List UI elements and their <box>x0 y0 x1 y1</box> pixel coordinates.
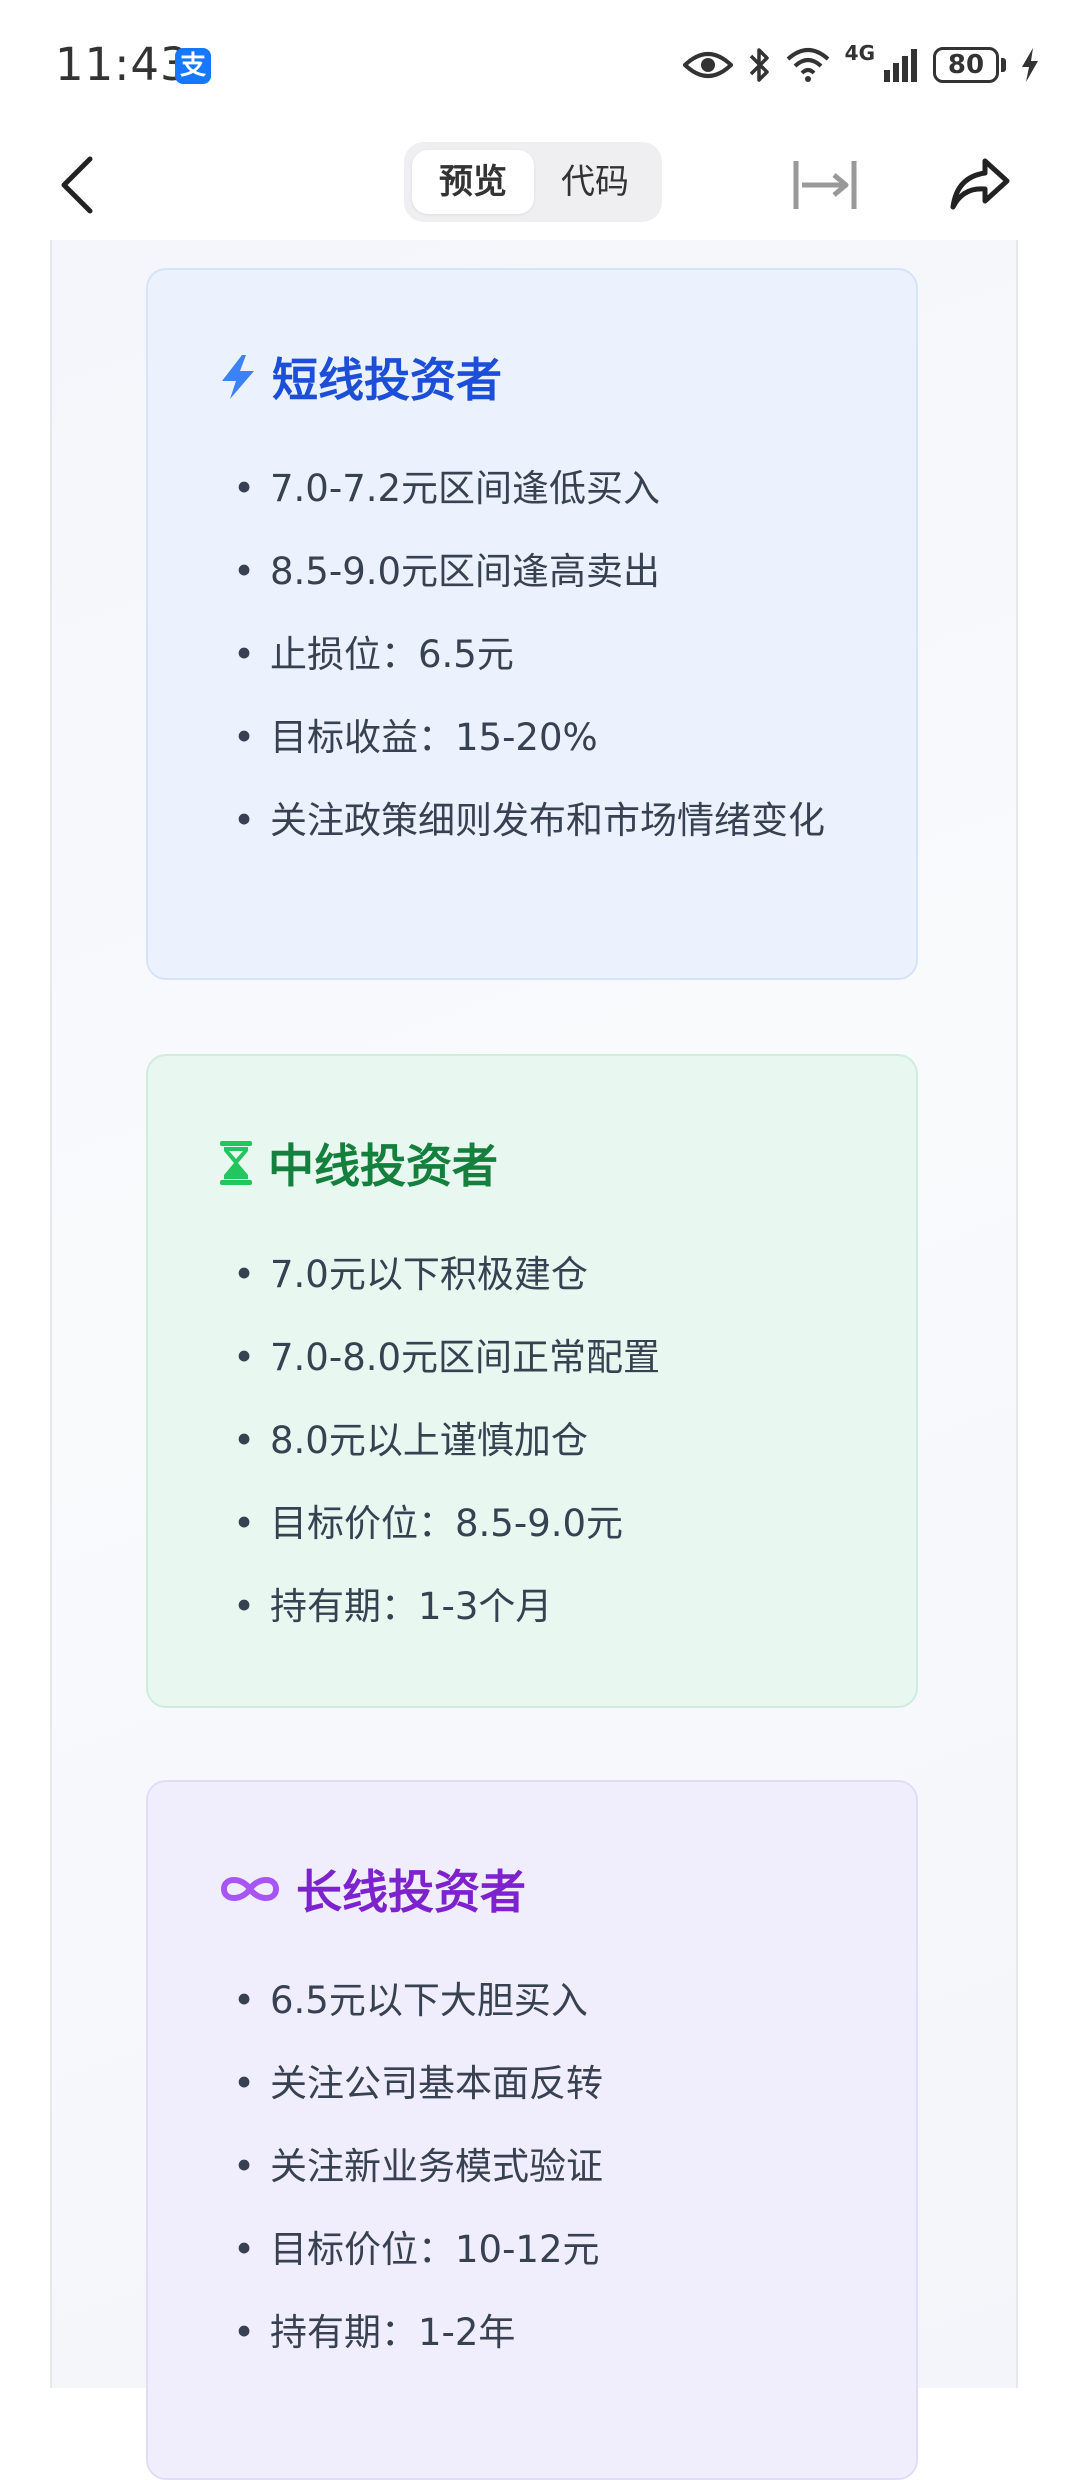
list-item: • 8.5-9.0元区间逢高卖出 <box>233 550 661 593</box>
list-item: • 8.0元以上谨慎加仓 <box>233 1419 588 1462</box>
app-header: 预览 代码 <box>0 130 1080 240</box>
bullet-list: • 6.5元以下大胆买入 • 关注公司基本面反转 • 关注新业务模式验证 • 目标价位：… <box>218 1972 838 2387</box>
battery-level: 80 <box>933 47 999 83</box>
battery-icon: 80 <box>933 47 1006 83</box>
tab-preview[interactable]: 预览 <box>412 150 534 214</box>
short-term-investor-card: 短线投资者 • 7.0-7.2元区间逢低买入 • 8.5-9.0元区间逢高卖出 • 止… <box>146 268 918 980</box>
card-title-text: 短线投资者 <box>272 353 502 407</box>
eye-icon <box>682 49 733 81</box>
fit-width-button[interactable] <box>790 150 860 220</box>
status-bar: 11:43 支 4G 80 <box>0 0 1080 130</box>
bullet-list: • 7.0元以下积极建仓 • 7.0-8.0元区间正常配置 • 8.0元以上谨慎加仓 … <box>218 1246 838 1661</box>
list-item: • 关注公司基本面反转 <box>233 2062 603 2105</box>
infinity-icon <box>218 1871 282 1907</box>
list-item: • 关注新业务模式验证 <box>233 2145 603 2188</box>
list-item: • 6.5元以下大胆买入 <box>233 1979 588 2022</box>
card-title: 短线投资者 <box>218 344 502 410</box>
bluetooth-icon <box>747 46 771 84</box>
back-button[interactable] <box>48 150 108 220</box>
card-title-text: 中线投资者 <box>268 1139 498 1193</box>
signal-icon <box>883 48 919 82</box>
list-item: • 7.0元以下积极建仓 <box>233 1253 588 1296</box>
chevron-left-icon <box>61 156 93 214</box>
wifi-icon <box>785 47 831 83</box>
network-type: 4G <box>844 41 875 65</box>
fit-width-icon <box>793 161 857 209</box>
list-item: • 7.0-7.2元区间逢低买入 <box>233 467 661 510</box>
alipay-notification-icon: 支 <box>175 48 211 84</box>
card-title: 长线投资者 <box>218 1856 526 1922</box>
list-item: • 持有期：1-3个月 <box>233 1585 553 1628</box>
list-item: • 持有期：1-2年 <box>233 2311 516 2354</box>
share-icon <box>950 158 1010 210</box>
charging-icon <box>1020 47 1040 83</box>
list-item: • 目标价位：10-12元 <box>233 2228 600 2271</box>
bullet-list: • 7.0-7.2元区间逢低买入 • 8.5-9.0元区间逢高卖出 • 止损位：6.5… <box>218 460 838 875</box>
status-time: 11:43 <box>55 38 190 91</box>
long-term-investor-card: 长线投资者 • 6.5元以下大胆买入 • 关注公司基本面反转 • 关注新业务模式验证 … <box>146 1780 918 2480</box>
lightning-icon <box>218 353 258 401</box>
view-mode-toggle: 预览 代码 <box>404 142 662 222</box>
list-item: • 7.0-8.0元区间正常配置 <box>233 1336 661 1379</box>
card-title: 中线投资者 <box>218 1130 498 1196</box>
hourglass-icon <box>218 1139 254 1187</box>
card-title-text: 长线投资者 <box>296 1865 526 1919</box>
list-item: • 关注政策细则发布和市场情绪变化 <box>233 799 825 842</box>
status-icons: 4G 80 <box>682 40 1040 90</box>
list-item: • 目标价位：8.5-9.0元 <box>233 1502 624 1545</box>
mid-term-investor-card: 中线投资者 • 7.0元以下积极建仓 • 7.0-8.0元区间正常配置 • 8.0元以… <box>146 1054 918 1708</box>
list-item: • 止损位：6.5元 <box>233 633 514 676</box>
list-item: • 目标收益：15-20% <box>233 716 598 759</box>
tab-code[interactable]: 代码 <box>536 150 654 214</box>
share-button[interactable] <box>945 150 1015 220</box>
